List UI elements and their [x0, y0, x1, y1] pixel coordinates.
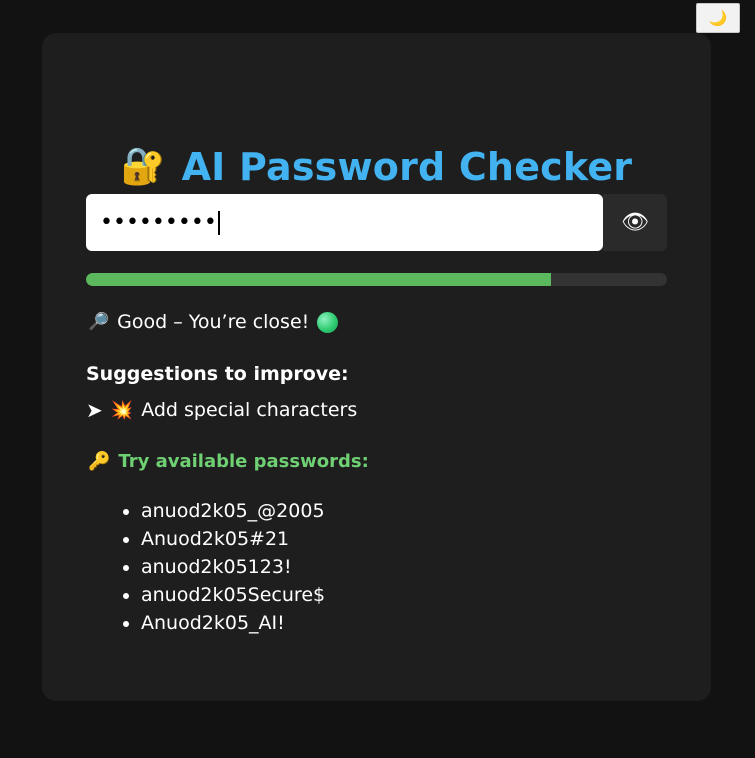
strength-meter-fill [86, 273, 551, 286]
password-masked-value: ••••••••• [100, 210, 217, 235]
strength-indicator-dot [317, 311, 339, 333]
text-caret [217, 210, 220, 235]
strength-meter [86, 273, 667, 286]
suggestion-text: Add special characters [141, 399, 358, 421]
strength-status-text: Good – You’re close! [117, 311, 310, 333]
theme-toggle-button[interactable]: 🌙 [696, 3, 740, 33]
available-passwords-list: anuod2k05_@2005 Anuod2k05#21 anuod2k0512… [114, 497, 325, 637]
suggestion-item: ➤ 💥 Add special characters [86, 398, 357, 422]
strength-status: 🔎 Good – You’re close! [88, 311, 339, 333]
available-passwords-heading: 🔑 Try available passwords: [88, 451, 369, 472]
password-suggestion[interactable]: anuod2k05123! [141, 553, 325, 581]
toggle-visibility-button[interactable]: 👁 [603, 194, 667, 251]
password-input[interactable]: ••••••••• [86, 194, 603, 251]
eye-icon: 👁 [621, 210, 649, 235]
app-title: AI Password Checker [181, 145, 633, 189]
password-suggestion[interactable]: Anuod2k05#21 [141, 525, 325, 553]
available-passwords-title: Try available passwords: [118, 451, 369, 472]
moon-icon: 🌙 [708, 9, 728, 27]
password-suggestion[interactable]: anuod2k05Secure$ [141, 581, 325, 609]
password-suggestion[interactable]: anuod2k05_@2005 [141, 497, 325, 525]
key-icon: 🔑 [88, 451, 111, 472]
arrow-icon: ➤ [86, 398, 103, 422]
lock-with-key-icon: 🔐 [120, 146, 166, 187]
magnifier-icon: 🔎 [88, 312, 110, 332]
suggestions-heading: Suggestions to improve: [86, 363, 349, 385]
sparkle-burst-icon: 💥 [110, 399, 134, 421]
page-title: 🔐 AI Password Checker [42, 145, 711, 189]
password-checker-card: 🔐 AI Password Checker ••••••••• 👁 🔎 Good… [42, 33, 711, 701]
password-suggestion[interactable]: Anuod2k05_AI! [141, 609, 325, 637]
